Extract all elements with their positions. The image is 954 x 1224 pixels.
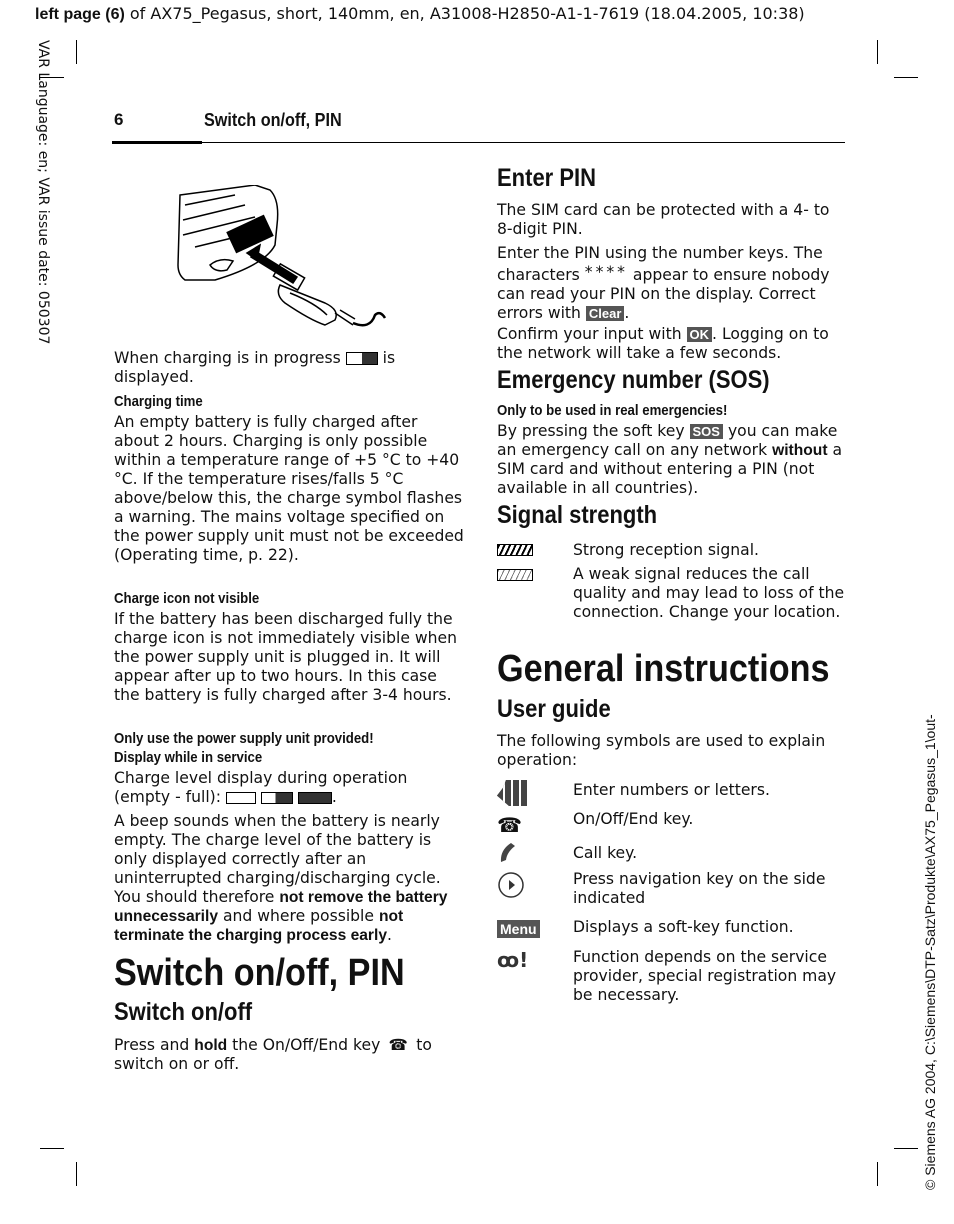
- print-header: left page (6) of AX75_Pegasus, short, 14…: [35, 4, 805, 24]
- page-number: 6: [114, 110, 124, 129]
- crop-mark: [40, 77, 64, 78]
- heading-enter-pin: Enter PIN: [497, 164, 597, 192]
- symbol-text: Function depends on the service provider…: [573, 948, 837, 1004]
- charge-icon-text: If the battery has been discharged fully…: [114, 610, 458, 704]
- crop-mark: [40, 1148, 64, 1149]
- sos-warning: Only to be used in real emergencies!: [497, 402, 728, 419]
- text: .: [387, 926, 392, 944]
- signal-strong-icon: [497, 544, 533, 556]
- right-margin-text: © Siemens AG 2004, C:\Siemens\DTP-Satz\P…: [922, 714, 938, 1190]
- ok-key: OK: [686, 327, 713, 342]
- text: and where possible: [218, 907, 379, 925]
- end-key-icon: ☎: [388, 1036, 408, 1054]
- user-guide-text: The following symbols are used to explai…: [497, 732, 826, 769]
- signal-weak-icon: [497, 569, 533, 581]
- keypad-hand-icon: [497, 780, 527, 806]
- bold-text: hold: [194, 1037, 228, 1054]
- symbol-text: Press navigation key on the side indicat…: [573, 870, 826, 907]
- sos-text: By pressing the soft key SOS you can mak…: [497, 422, 845, 498]
- text: By pressing the soft key: [497, 422, 690, 440]
- service-provider-icon: ꝏ!: [497, 948, 529, 972]
- battery-half-icon: [260, 791, 293, 804]
- crop-mark: [894, 1148, 918, 1149]
- end-key-icon: ☎: [497, 813, 522, 837]
- running-title: Switch on/off, PIN: [204, 110, 342, 130]
- pin-text-2: Enter the PIN using the number keys. The…: [497, 244, 845, 323]
- text: Press and: [114, 1036, 195, 1054]
- text: When charging is in progress: [114, 349, 346, 367]
- heading-sos: Emergency number (SOS): [497, 366, 770, 394]
- display-text: Charge level display during operation (e…: [114, 769, 408, 806]
- text: .: [624, 304, 630, 322]
- pin-text-3: Confirm your input with OK. Logging on t…: [497, 325, 845, 363]
- battery-full-icon: [297, 791, 332, 804]
- signal-weak-text: A weak signal reduces the call quality a…: [573, 565, 845, 621]
- power-supply-warning: Only use the power supply unit provided!: [114, 730, 374, 747]
- clear-key: Clear: [585, 306, 625, 321]
- beep-paragraph: A beep sounds when the battery is nearly…: [114, 812, 464, 945]
- text: the On/Off/End key: [227, 1036, 386, 1054]
- charging-paragraph: When charging is in progress is displaye…: [114, 349, 464, 387]
- head-rule: [202, 142, 845, 143]
- heading-switch-on-off: Switch on/off: [114, 998, 253, 1026]
- bold-text: without: [772, 442, 828, 459]
- symbol-text: Call key.: [573, 844, 638, 862]
- text: Confirm your input with: [497, 325, 687, 343]
- subheading-charge-icon: Charge icon not visible: [114, 590, 260, 607]
- section-title-general: General instructions: [497, 648, 830, 690]
- crop-mark: [877, 40, 878, 64]
- crop-mark: [76, 1162, 77, 1186]
- left-margin-text: VAR Language: en; VAR issue date: 050307: [35, 40, 51, 345]
- crop-mark: [894, 77, 918, 78]
- print-header-bold: left page (6): [35, 6, 125, 23]
- crop-mark: [76, 40, 77, 64]
- charger-illustration: [177, 185, 387, 327]
- subheading-charging-time: Charging time: [114, 393, 203, 410]
- symbol-text: On/Off/End key.: [573, 810, 694, 828]
- navigation-key-icon: [498, 872, 524, 898]
- softkey-icon: Menu: [497, 920, 540, 938]
- battery-empty-icon: [225, 791, 256, 804]
- call-key-icon: [500, 843, 515, 862]
- signal-strong-text: Strong reception signal.: [573, 541, 759, 559]
- pin-text-1: The SIM card can be protected with a 4- …: [497, 201, 830, 238]
- sos-key: SOS: [689, 424, 723, 439]
- print-header-text: of AX75_Pegasus, short, 140mm, en, A3100…: [124, 4, 805, 23]
- section-title-switch: Switch on/off, PIN: [114, 952, 405, 994]
- switch-text: Press and hold the On/Off/End key ☎ to s…: [114, 1036, 464, 1074]
- heading-user-guide: User guide: [497, 695, 611, 723]
- symbol-text: Displays a soft-key function.: [573, 918, 794, 936]
- crop-mark: [877, 1162, 878, 1186]
- charging-battery-icon: [345, 352, 378, 365]
- symbol-text: Enter numbers or letters.: [573, 781, 770, 799]
- heading-signal: Signal strength: [497, 501, 658, 529]
- charging-time-text: An empty battery is fully charged after …: [114, 413, 464, 564]
- subheading-display-service: Display while in service: [114, 749, 263, 766]
- pin-stars: ****: [584, 263, 628, 281]
- head-rule-thick: [112, 141, 202, 144]
- document-page: left page (6) of AX75_Pegasus, short, 14…: [0, 0, 954, 1224]
